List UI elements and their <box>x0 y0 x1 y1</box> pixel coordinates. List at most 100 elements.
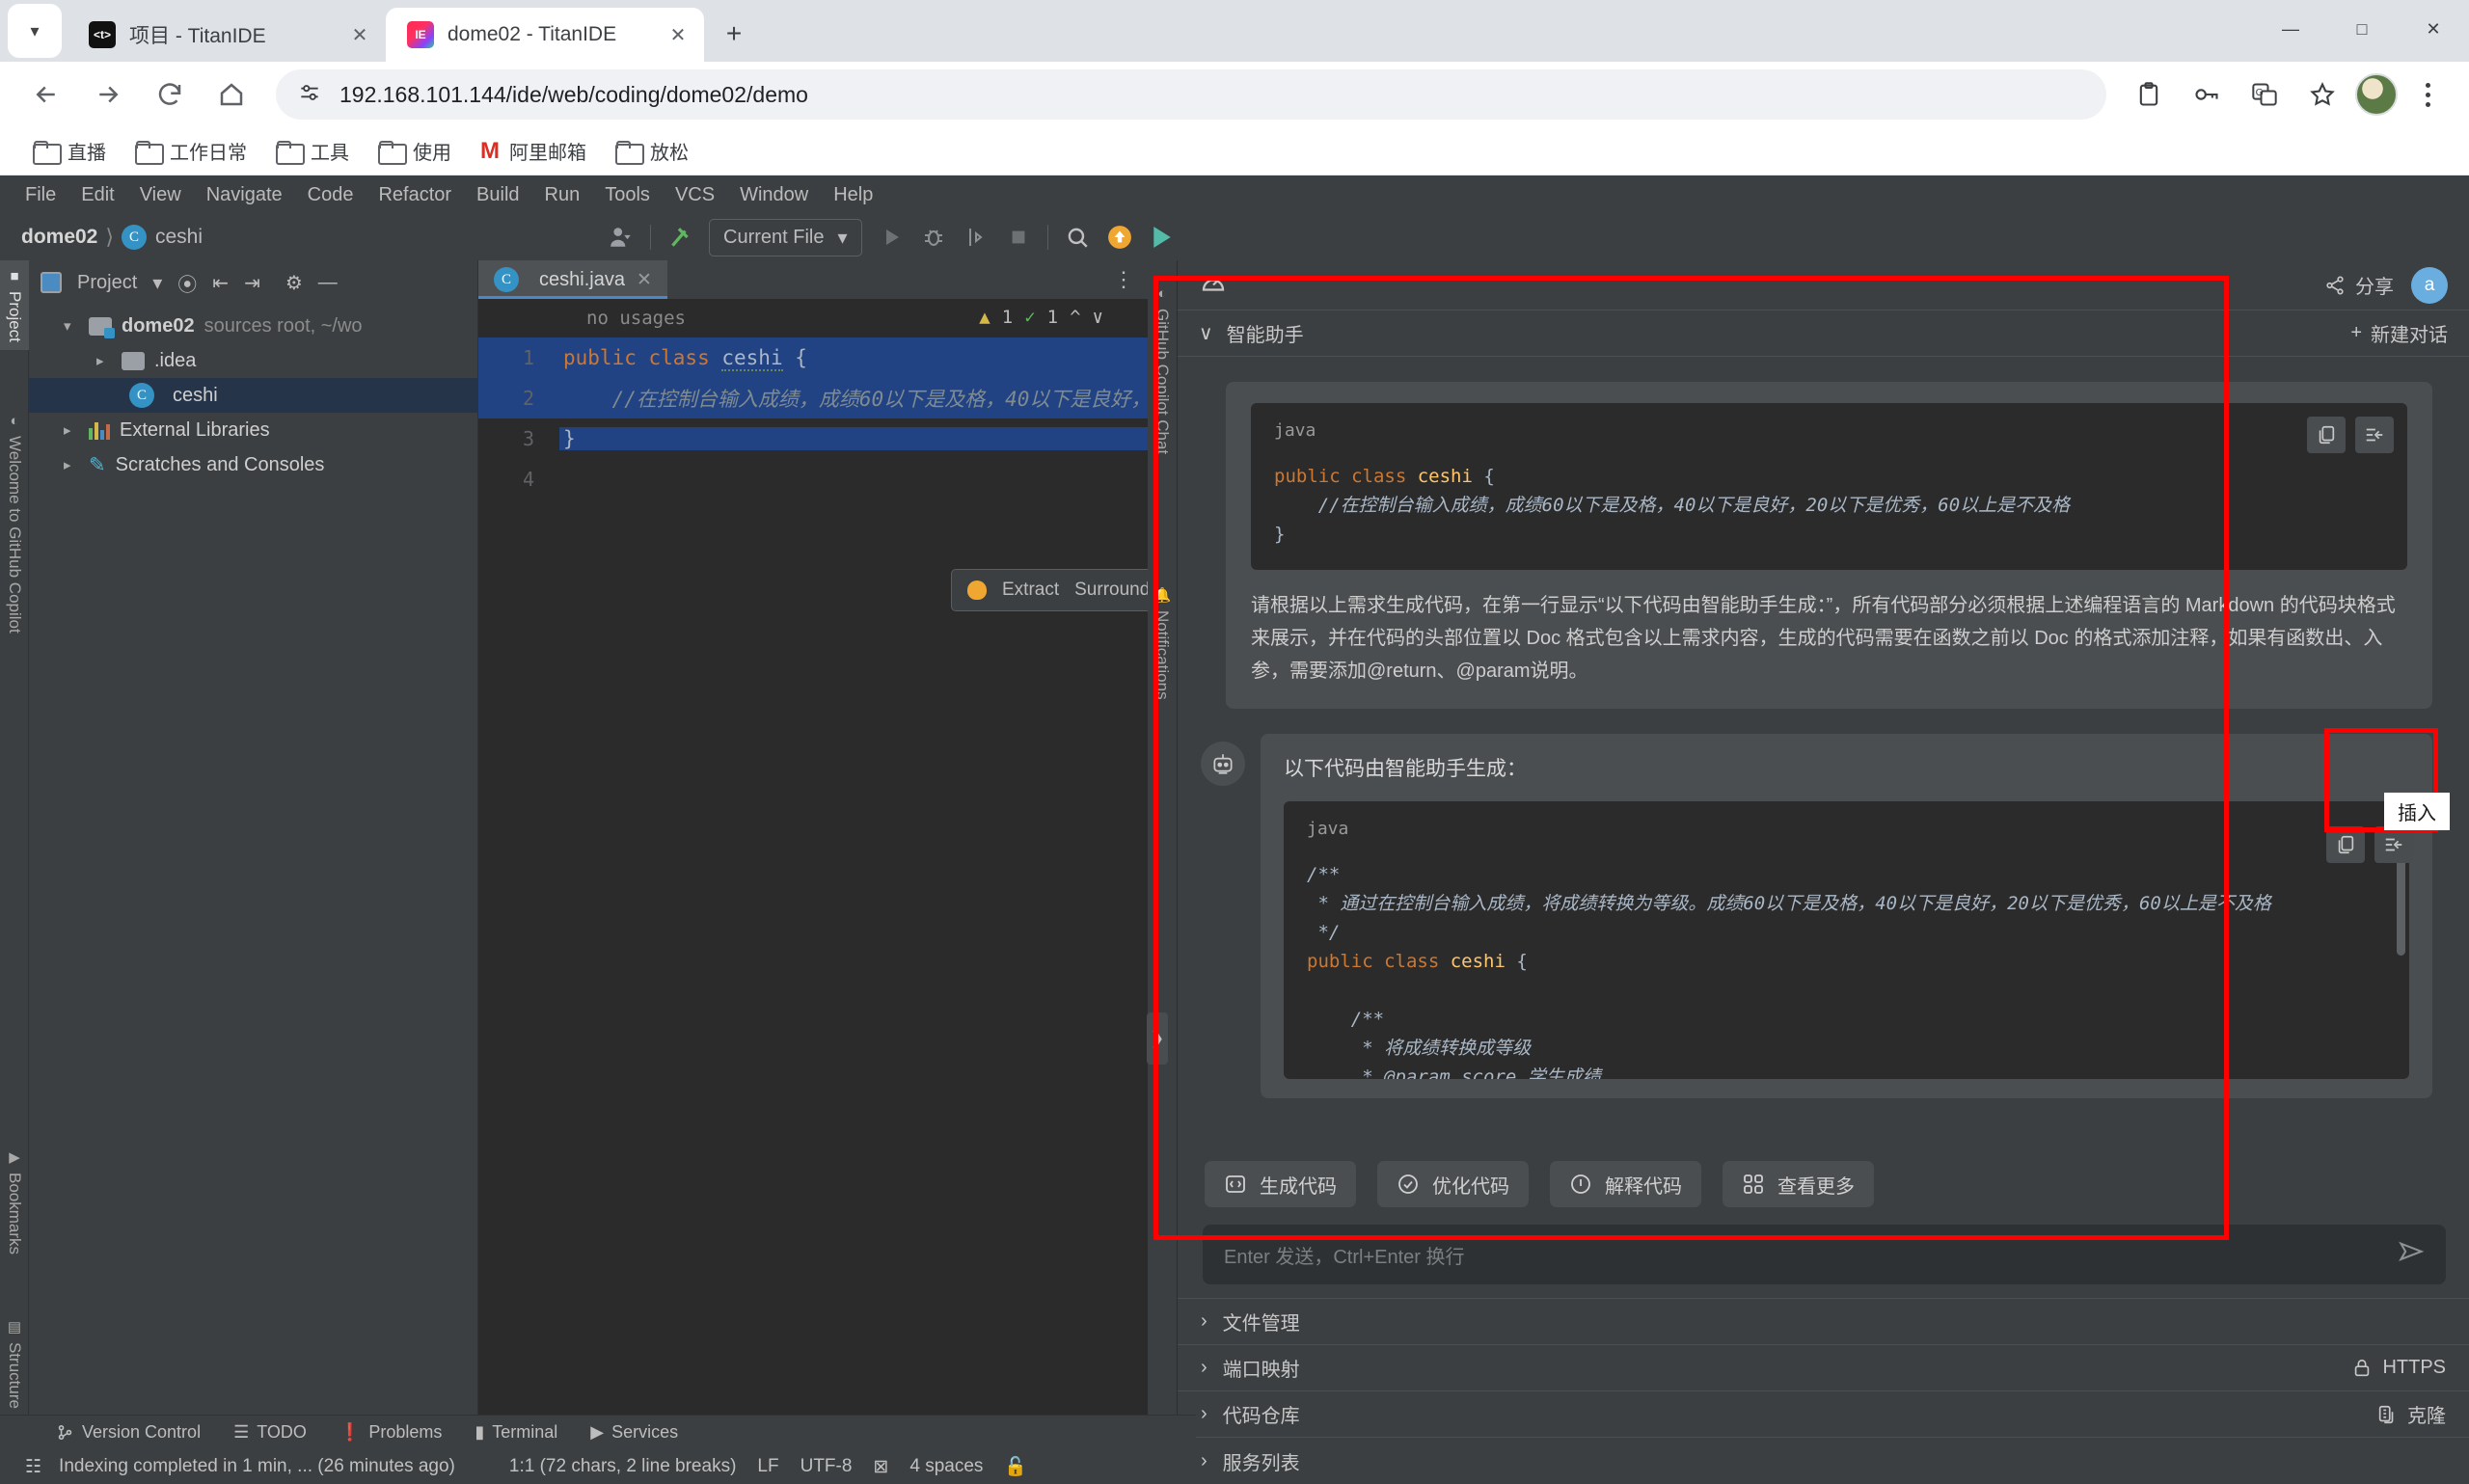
password-key-icon[interactable] <box>2182 69 2232 120</box>
chat-input[interactable]: Enter 发送，Ctrl+Enter 换行 <box>1203 1225 2446 1284</box>
back-icon[interactable] <box>19 67 73 121</box>
build-hammer-icon[interactable] <box>666 224 693 251</box>
caret-position[interactable]: 1:1 (72 chars, 2 line breaks) <box>509 1456 737 1477</box>
panel-collapse-handle[interactable]: ❯ <box>1147 1012 1168 1065</box>
close-window-icon[interactable]: ✕ <box>2398 0 2469 58</box>
inspection-widget[interactable]: ▲ 1 ✓ 1 ^ ∨ <box>979 307 1103 328</box>
bookmark-item[interactable]: 工作日常 <box>123 131 258 171</box>
search-icon[interactable] <box>1064 224 1091 251</box>
lock-icon[interactable]: 🔓 <box>1004 1455 1027 1478</box>
explain-code-button[interactable]: 解释代码 <box>1550 1161 1701 1207</box>
run-configuration-selector[interactable]: Current File ▾ <box>709 218 862 256</box>
minimize-icon[interactable]: — <box>2255 0 2326 58</box>
kebab-menu-icon[interactable] <box>2405 69 2450 120</box>
new-chat-button[interactable]: + 新建对话 <box>2350 319 2448 347</box>
sidebar-item-notifications[interactable]: 🔔 Notifications <box>1148 579 1177 708</box>
code-editor[interactable]: no usages ▲ 1 ✓ 1 ^ ∨ 1 public class ces… <box>478 299 1148 1484</box>
bookmark-star-icon[interactable] <box>2297 69 2347 120</box>
chevron-down-icon[interactable]: ▾ <box>152 271 162 295</box>
share-button[interactable]: 分享 <box>2324 271 2394 299</box>
intention-actions-popup[interactable]: Extract Surround // ☰ ⋮ <box>951 569 1148 611</box>
chevron-right-icon[interactable]: ▸ <box>64 456 79 473</box>
tree-node-dome02[interactable]: ▾ dome02 sources root, ~/wo <box>29 309 477 343</box>
chevron-down-icon[interactable]: ∨ <box>1199 321 1213 345</box>
browser-tab-2[interactable]: IE dome02 - TitanIDE ✕ <box>386 8 704 62</box>
menu-vcs[interactable]: VCS <box>664 180 726 210</box>
locate-file-icon[interactable]: ⦿ <box>177 269 197 297</box>
maximize-icon[interactable]: □ <box>2326 0 2398 58</box>
bookmark-item[interactable]: 工具 <box>264 131 361 171</box>
menu-help[interactable]: Help <box>822 180 884 210</box>
tree-node-scratches[interactable]: ▸ ✎ Scratches and Consoles <box>29 447 477 482</box>
translate-icon[interactable]: G <box>2239 69 2290 120</box>
sidebar-item-bookmarks[interactable]: ▶ Bookmarks <box>0 1141 29 1262</box>
menu-view[interactable]: View <box>128 180 193 210</box>
chevron-right-icon[interactable]: ▸ <box>64 421 79 439</box>
menu-refactor[interactable]: Refactor <box>366 180 463 210</box>
close-icon[interactable]: ✕ <box>637 269 652 291</box>
tree-node-external-libraries[interactable]: ▸ External Libraries <box>29 413 477 447</box>
menu-tools[interactable]: Tools <box>593 180 662 210</box>
hide-panel-icon[interactable]: — <box>318 272 338 294</box>
sidebar-item-structure[interactable]: ▤ Structure <box>0 1310 29 1417</box>
menu-edit[interactable]: Edit <box>69 180 125 210</box>
insert-icon[interactable] <box>2355 417 2394 453</box>
generate-code-button[interactable]: 生成代码 <box>1205 1161 1356 1207</box>
intention-surround[interactable]: Surround <box>1074 580 1148 601</box>
breadcrumb-file[interactable]: ceshi <box>155 226 203 249</box>
next-problem-icon[interactable]: ∨ <box>1093 307 1103 328</box>
https-badge[interactable]: HTTPS <box>2351 1357 2446 1379</box>
tool-version-control[interactable]: Version Control <box>56 1422 201 1443</box>
view-more-button[interactable]: 查看更多 <box>1723 1161 1874 1207</box>
sidebar-item-copilot-chat[interactable]: ◐ GitHub Copilot Chat <box>1148 278 1177 462</box>
tool-todo[interactable]: ☰ TODO <box>233 1422 307 1443</box>
titanide-logo-icon[interactable] <box>1149 224 1176 251</box>
new-tab-button[interactable]: + <box>712 12 756 56</box>
sidebar-item-copilot[interactable]: ◐ Welcome to GitHub Copilot <box>0 405 29 641</box>
stop-icon[interactable] <box>1005 224 1032 251</box>
expand-all-icon[interactable]: ⇤ <box>212 271 229 295</box>
browser-tab-1[interactable]: <t> 项目 - TitanIDE ✕ <box>68 8 386 62</box>
avatar[interactable]: a <box>2411 266 2448 304</box>
indent-setting[interactable]: 4 spaces <box>909 1456 983 1477</box>
insert-icon[interactable] <box>2374 826 2413 863</box>
run-with-coverage-icon[interactable] <box>963 224 990 251</box>
chevron-down-icon[interactable]: ▾ <box>64 317 79 335</box>
menu-build[interactable]: Build <box>465 180 530 210</box>
bookmark-item[interactable]: 使用 <box>366 131 463 171</box>
menu-navigate[interactable]: Navigate <box>195 180 294 210</box>
file-encoding[interactable]: UTF-8 <box>800 1456 853 1477</box>
chevron-right-icon[interactable]: ▸ <box>96 352 112 369</box>
section-service-list[interactable]: › 服务列表 <box>1178 1438 2469 1484</box>
run-icon[interactable] <box>878 224 905 251</box>
settings-gear-icon[interactable]: ⚙ <box>285 271 303 295</box>
editor-tab-ceshi-java[interactable]: C ceshi.java ✕ <box>478 260 667 299</box>
home-icon[interactable] <box>204 67 258 121</box>
menu-window[interactable]: Window <box>728 180 820 210</box>
menu-code[interactable]: Code <box>296 180 366 210</box>
copy-icon[interactable] <box>2307 417 2346 453</box>
tool-terminal[interactable]: ▮ Terminal <box>475 1422 557 1443</box>
close-icon[interactable]: ✕ <box>665 23 691 47</box>
forward-icon[interactable] <box>81 67 135 121</box>
tab-search-icon[interactable]: ▾ <box>8 4 62 58</box>
menu-run[interactable]: Run <box>533 180 592 210</box>
section-file-management[interactable]: › 文件管理 <box>1178 1299 2469 1345</box>
previous-problem-icon[interactable]: ^ <box>1070 307 1080 328</box>
bookmark-item[interactable]: M 阿里邮箱 <box>469 131 598 171</box>
editor-options-icon[interactable]: ⋮ <box>1113 260 1148 299</box>
site-settings-icon[interactable] <box>297 80 322 110</box>
no-readonly-icon[interactable]: ⊠ <box>873 1456 888 1478</box>
send-icon[interactable] <box>2398 1239 2425 1271</box>
line-separator[interactable]: LF <box>757 1456 778 1477</box>
bookmark-item[interactable]: 放松 <box>604 131 700 171</box>
tool-problems[interactable]: ❗ Problems <box>339 1422 442 1443</box>
reload-icon[interactable] <box>143 67 197 121</box>
lightbulb-icon[interactable] <box>967 580 987 600</box>
user-switch-icon[interactable] <box>608 224 635 251</box>
address-bar[interactable]: 192.168.101.144/ide/web/coding/dome02/de… <box>276 69 2106 120</box>
section-code-repository[interactable]: › 代码仓库 克隆 <box>1178 1391 2469 1438</box>
bookmark-item[interactable]: 直播 <box>21 131 118 171</box>
tool-services[interactable]: ▶ Services <box>590 1422 678 1443</box>
breadcrumb-project[interactable]: dome02 <box>21 226 97 249</box>
